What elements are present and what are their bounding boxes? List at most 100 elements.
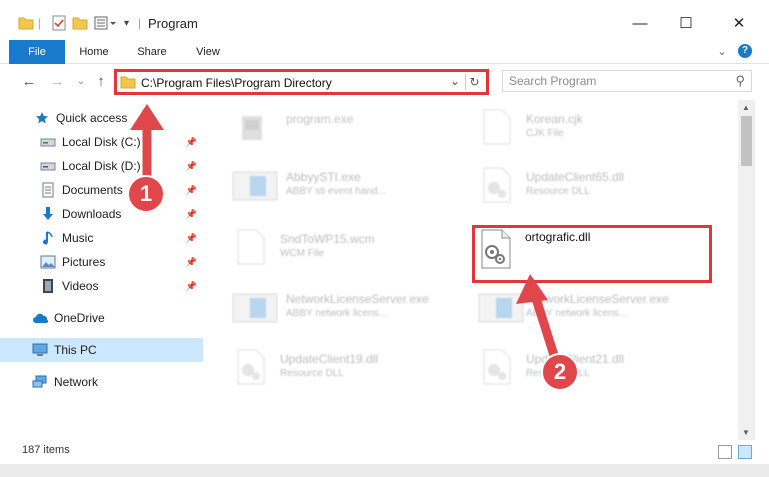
navigation-bar: ← → ⌄ ↑ C:\Program Files\Program Directo… (0, 64, 769, 100)
file-name: NetworkLicenseServer.exe (286, 292, 429, 306)
app-icon (478, 288, 524, 326)
search-icon: ⚲ (735, 73, 745, 88)
pin-icon[interactable]: 📌 (186, 161, 197, 172)
close-button[interactable]: ✕ (716, 8, 762, 38)
search-box[interactable]: ⚲ (502, 70, 752, 92)
chevron-down-icon[interactable]: ⌄ (450, 74, 460, 88)
sidebar-item-quick-access[interactable]: Quick access (0, 106, 203, 130)
music-icon (40, 230, 56, 246)
sidebar-item-label: Pictures (62, 255, 106, 269)
sidebar-item-label: Local Disk (C:) (62, 135, 141, 149)
pin-icon[interactable]: 📌 (186, 233, 197, 244)
properties-icon[interactable] (51, 14, 67, 32)
sidebar-item-label: This PC (54, 343, 97, 357)
tab-view[interactable]: View (186, 40, 230, 64)
maximize-button[interactable]: ☐ (663, 8, 709, 38)
scroll-up-icon[interactable]: ▲ (742, 103, 750, 112)
app-icon (232, 166, 278, 204)
navigation-pane: Quick access Local Disk (C:) 📌 Local Dis… (0, 100, 203, 440)
sidebar-item-documents[interactable]: Documents 📌 (0, 178, 203, 202)
video-icon (40, 278, 56, 294)
search-input[interactable] (503, 71, 723, 91)
customize-toolbar-icon[interactable]: ▾ (124, 14, 129, 32)
download-icon (40, 206, 56, 222)
file-description: WCM File (280, 248, 324, 259)
scrollbar-thumb[interactable] (741, 116, 752, 166)
highlight-box (472, 225, 712, 283)
dll-icon (232, 348, 270, 386)
step-2-badge: 2 (541, 353, 579, 391)
back-button[interactable]: ← (20, 72, 38, 90)
sidebar-item-videos[interactable]: Videos 📌 (0, 274, 203, 298)
file-item[interactable]: AbbyySTI.exe ABBY sti event hand... (232, 162, 472, 210)
pin-icon[interactable]: 📌 (186, 137, 197, 148)
sidebar-item-label: OneDrive (54, 311, 105, 325)
drive-icon (40, 158, 56, 174)
sidebar-item-onedrive[interactable]: OneDrive (0, 306, 203, 330)
pin-icon[interactable]: 📌 (186, 281, 197, 292)
address-bar[interactable]: C:\Program Files\Program Directory ⌄ ↻ (114, 69, 489, 95)
blank-file-icon (478, 108, 516, 146)
refresh-button[interactable]: ↻ (465, 74, 483, 90)
file-item[interactable]: UpdateClient19.dll Resource DLL (232, 344, 472, 392)
expand-ribbon-icon[interactable]: ⌄ (712, 40, 732, 64)
help-icon[interactable]: ? (738, 44, 752, 58)
file-item[interactable]: UpdateClient65.dll Resource DLL (478, 162, 718, 210)
vertical-scrollbar[interactable]: ▲ ▼ (738, 100, 755, 440)
title-bar: | ▾ | Program — ☐ ✕ (0, 0, 769, 40)
file-description: ABBY sti event hand... (286, 186, 386, 197)
network-icon (32, 374, 48, 390)
status-bar: 187 items (0, 440, 769, 464)
sidebar-item-local-disk-d[interactable]: Local Disk (D:) 📌 (0, 154, 203, 178)
pin-icon[interactable]: 📌 (186, 257, 197, 268)
file-description: Resource DLL (526, 186, 590, 197)
recent-locations-button[interactable]: ⌄ (72, 72, 90, 90)
sidebar-item-pictures[interactable]: Pictures 📌 (0, 250, 203, 274)
file-item[interactable]: SndToWP15.wcm WCM File (232, 224, 472, 272)
file-description: ABBY network licens... (286, 308, 387, 319)
minimize-button[interactable]: — (617, 8, 663, 38)
file-item[interactable]: NetworkLicenseServer.exe ABBY network li… (478, 284, 718, 332)
dll-icon (478, 348, 516, 386)
large-icons-view-icon[interactable] (738, 445, 752, 459)
sidebar-item-local-disk-c[interactable]: Local Disk (C:) 📌 (0, 130, 203, 154)
forward-button[interactable]: → (48, 72, 66, 90)
sidebar-item-downloads[interactable]: Downloads 📌 (0, 202, 203, 226)
window-title: Program (148, 16, 198, 31)
sidebar-item-network[interactable]: Network (0, 370, 203, 394)
tab-file[interactable]: File (9, 40, 65, 64)
sidebar-item-label: Network (54, 375, 99, 389)
file-name: Korean.cjk (526, 112, 583, 126)
view-options-icon[interactable] (94, 14, 118, 32)
star-icon (34, 110, 50, 126)
file-item[interactable]: Korean.cjk CJK File (478, 104, 718, 152)
sidebar-item-label: Videos (62, 279, 99, 293)
drive-icon (40, 134, 56, 150)
ribbon: File Home Share View ⌄ ? (0, 40, 769, 64)
item-count: 187 items (22, 444, 70, 456)
file-description: Resource DLL (280, 368, 344, 379)
pin-icon[interactable]: 📌 (186, 185, 197, 196)
up-button[interactable]: ↑ (92, 72, 110, 90)
sidebar-item-label: Quick access (56, 111, 128, 125)
file-description: CJK File (526, 128, 564, 139)
sidebar-item-music[interactable]: Music 📌 (0, 226, 203, 250)
computer-icon (32, 342, 48, 358)
scroll-down-icon[interactable]: ▼ (742, 428, 750, 437)
sidebar-item-label: Documents (62, 183, 123, 197)
exe-icon (232, 108, 270, 146)
file-name: NetworkLicenseServer.exe (526, 292, 669, 306)
blank-file-icon (232, 228, 270, 266)
documents-icon (40, 182, 56, 198)
file-name: SndToWP15.wcm (280, 232, 375, 246)
details-view-icon[interactable] (718, 445, 732, 459)
file-item[interactable]: program.exe (232, 104, 472, 152)
file-description: ABBY network licens... (526, 308, 627, 319)
pin-icon[interactable]: 📌 (186, 209, 197, 220)
tab-share[interactable]: Share (130, 40, 174, 64)
new-folder-icon[interactable] (72, 14, 88, 32)
sidebar-item-this-pc[interactable]: This PC (0, 338, 203, 362)
file-item[interactable]: UpdateClient21.dll Resource DLL (478, 344, 718, 392)
file-item[interactable]: NetworkLicenseServer.exe ABBY network li… (232, 284, 472, 332)
tab-home[interactable]: Home (72, 40, 116, 64)
